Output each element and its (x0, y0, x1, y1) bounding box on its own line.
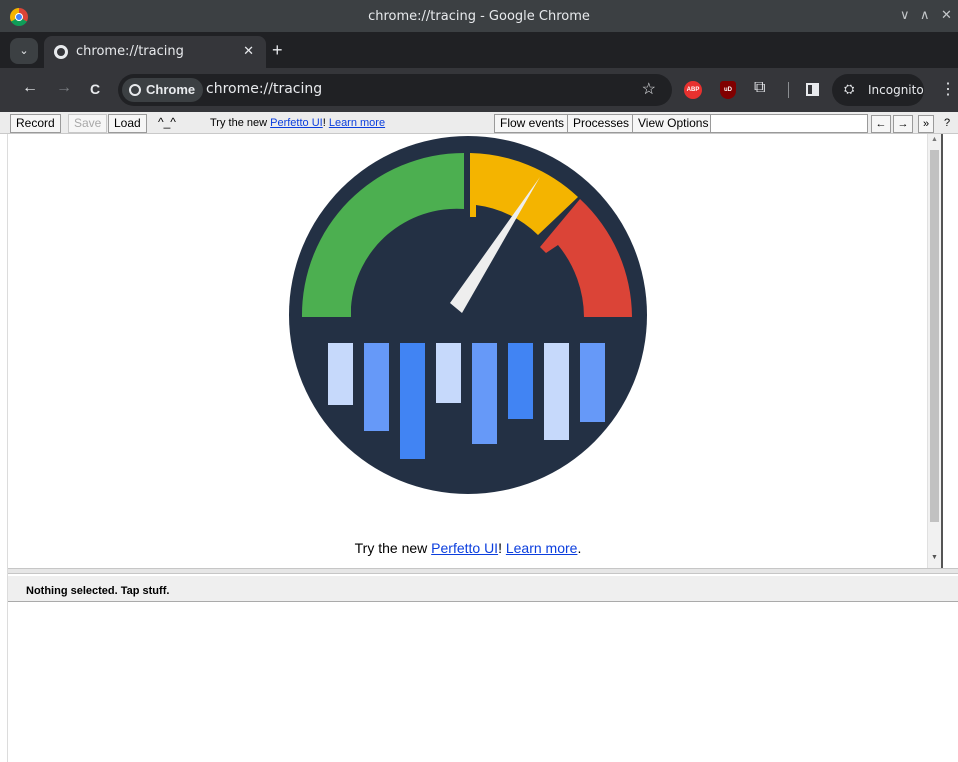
browser-toolbar: ← → C Chrome chrome://tracing ☆ ABP uD ⧉… (0, 68, 958, 112)
tab-tracing[interactable]: chrome://tracing ✕ (44, 36, 266, 68)
extensions-puzzle-icon[interactable]: ⧉ (754, 79, 765, 97)
tracing-controls: Record Save Load ^_^ Try the new Perfett… (0, 112, 958, 134)
vertical-scrollbar[interactable]: ▲ ▼ (927, 134, 941, 568)
tracing-logo (289, 136, 647, 494)
perfetto-promo-small: Try the new Perfetto UI! Learn more (210, 117, 385, 129)
tab-title: chrome://tracing (76, 44, 184, 59)
promo-prefix-large: Try the new (354, 540, 432, 556)
globe-icon (54, 45, 68, 59)
scroll-down-arrow-icon[interactable]: ▼ (931, 554, 938, 561)
logo-bar (400, 343, 425, 459)
tab-strip: ⌄ chrome://tracing ✕ + (0, 32, 958, 68)
promo-prefix: Try the new (210, 117, 271, 129)
logo-bar (508, 343, 533, 419)
toolbar-separator (788, 82, 789, 98)
back-button[interactable]: ← (22, 79, 38, 97)
logo-bar (436, 343, 461, 403)
site-info-chip[interactable]: Chrome (122, 78, 204, 102)
window-title: chrome://tracing - Google Chrome (368, 9, 590, 24)
incognito-label: Incognito (868, 83, 924, 97)
learn-more-link[interactable]: Learn more (506, 540, 578, 556)
right-panel-edge (941, 134, 958, 568)
flow-events-button[interactable]: Flow events (494, 114, 571, 133)
bookmark-star-icon[interactable]: ☆ (642, 79, 656, 99)
promo-mid-large: ! (498, 540, 506, 556)
record-button[interactable]: Record (10, 114, 61, 133)
panel-splitter[interactable] (8, 568, 958, 574)
promo-suffix: . (577, 540, 582, 556)
logo-bar (364, 343, 389, 431)
save-button[interactable]: Save (68, 114, 108, 133)
logo-bar (580, 343, 605, 422)
timeline-viewport[interactable]: Try the new Perfetto UI! Learn more. (8, 134, 928, 568)
left-margin (0, 134, 8, 762)
tab-search-button[interactable]: ⌄ (10, 38, 38, 64)
ublock-origin-icon[interactable]: uD (720, 81, 736, 99)
scroll-up-arrow-icon[interactable]: ▲ (931, 136, 938, 143)
url-text[interactable]: chrome://tracing (206, 81, 322, 97)
view-options-button[interactable]: View Options (632, 114, 715, 133)
analysis-status: Nothing selected. Tap stuff. (8, 576, 958, 602)
logo-bar (328, 343, 353, 405)
side-panel-icon[interactable] (806, 83, 819, 96)
scrollbar-thumb[interactable] (930, 150, 939, 522)
find-next-button[interactable]: → (893, 115, 913, 133)
more-button[interactable]: » (918, 115, 934, 133)
forward-button[interactable]: → (56, 79, 72, 97)
chrome-menu-button[interactable]: ⋮ (940, 79, 956, 99)
new-tab-button[interactable]: + (272, 40, 283, 60)
window-title-bar: chrome://tracing - Google Chrome ∨ ∧ ✕ (0, 0, 958, 32)
logo-bar (472, 343, 497, 444)
find-input[interactable] (710, 114, 868, 133)
carets-text: ^_^ (158, 115, 176, 129)
address-bar[interactable]: Chrome chrome://tracing ☆ (118, 74, 672, 106)
reload-button[interactable]: C (90, 81, 100, 97)
close-window-button[interactable]: ✕ (941, 7, 952, 23)
processes-button[interactable]: Processes (567, 114, 636, 133)
logo-bar (544, 343, 569, 440)
perfetto-link[interactable]: Perfetto UI (431, 540, 498, 556)
incognito-profile-button[interactable]: ⛭ Incognito (832, 74, 924, 106)
minimize-button[interactable]: ∨ (900, 7, 910, 23)
tab-close-icon[interactable]: ✕ (243, 43, 254, 59)
adblock-plus-icon[interactable]: ABP (684, 81, 702, 99)
perfetto-promo-large: Try the new Perfetto UI! Learn more. (8, 540, 928, 556)
perfetto-link-small[interactable]: Perfetto UI (270, 117, 323, 129)
incognito-icon: ⛭ (844, 82, 855, 97)
chrome-icon (129, 84, 141, 96)
analysis-panel (8, 603, 958, 762)
load-button[interactable]: Load (108, 114, 147, 133)
find-prev-button[interactable]: ← (871, 115, 891, 133)
learn-more-link-small[interactable]: Learn more (329, 117, 385, 129)
site-chip-label: Chrome (146, 82, 196, 97)
help-button[interactable]: ? (938, 115, 956, 133)
maximize-button[interactable]: ∧ (920, 7, 930, 23)
